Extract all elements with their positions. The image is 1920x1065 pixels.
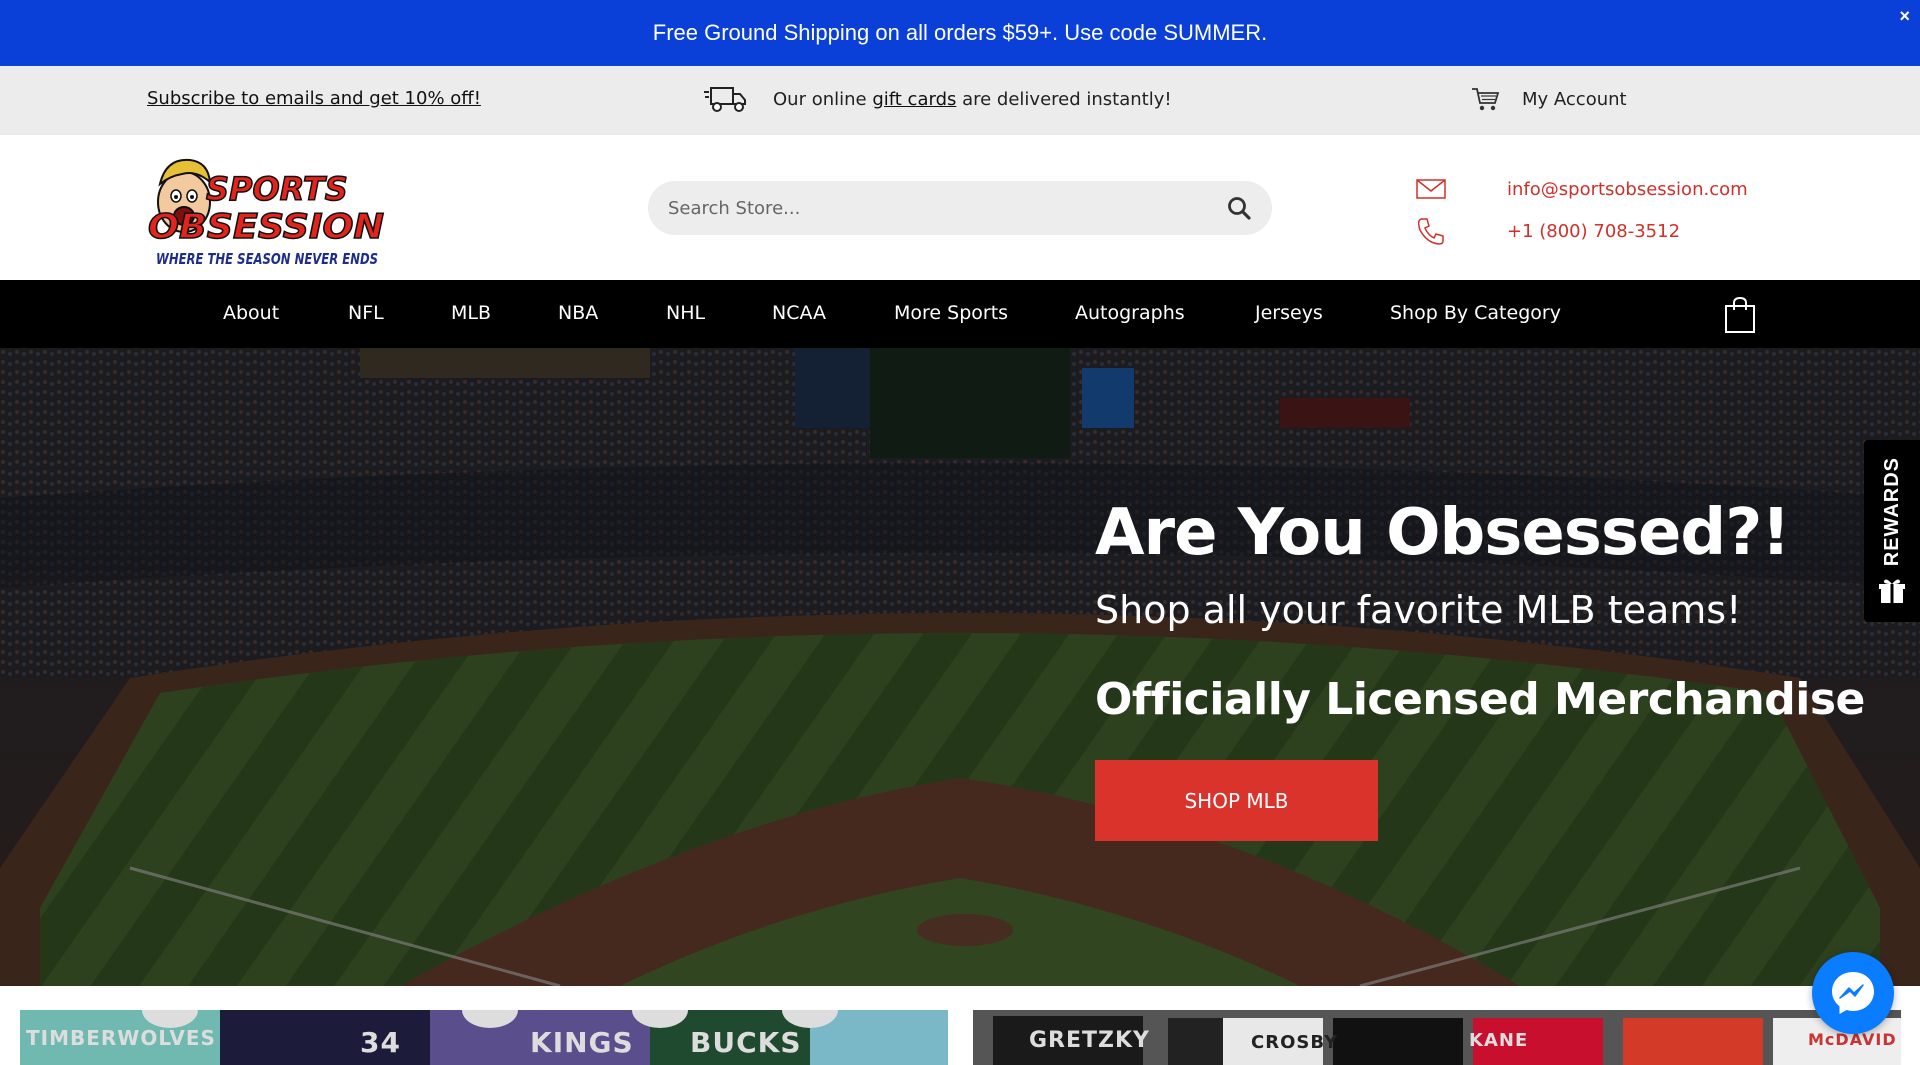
logo-line2: OBSESSION xyxy=(148,207,384,247)
tile-label-crosby: CROSBY xyxy=(1251,1032,1339,1053)
nav-item-nhl[interactable]: NHL xyxy=(666,302,705,324)
mail-icon xyxy=(1416,179,1446,199)
close-icon[interactable]: × xyxy=(1899,6,1910,27)
hero-tagline: Officially Licensed Merchandise xyxy=(1095,674,1865,725)
gift-cards-link[interactable]: gift cards xyxy=(872,89,956,110)
email-address[interactable]: info@sportsobsession.com xyxy=(1507,179,1748,200)
my-account-link[interactable]: My Account xyxy=(1470,84,1627,114)
subscribe-link[interactable]: Subscribe to emails and get 10% off! xyxy=(147,88,481,109)
nav-item-nba[interactable]: NBA xyxy=(558,302,598,324)
utility-bar: Subscribe to emails and get 10% off! Our… xyxy=(0,66,1920,135)
nav-item-mlb[interactable]: MLB xyxy=(451,302,491,324)
search-bar xyxy=(648,181,1272,235)
nba-jerseys-tile[interactable]: TIMBERWOLVES 34 KINGS BUCKS xyxy=(20,1010,948,1065)
shop-mlb-button[interactable]: SHOP MLB xyxy=(1095,760,1378,841)
shopping-bag-icon[interactable] xyxy=(1724,296,1756,334)
nav-item-jerseys[interactable]: Jerseys xyxy=(1255,302,1323,324)
gift-text-prefix: Our online xyxy=(773,88,873,110)
sports-obsession-logo[interactable]: SPORTS OBSESSION WHERE THE SEASON NEVER … xyxy=(146,150,386,270)
truck-icon xyxy=(704,87,746,112)
promo-banner: Free Ground Shipping on all orders $59+.… xyxy=(0,0,1920,66)
tile-label-bucks: BUCKS xyxy=(690,1026,802,1059)
stadium-background xyxy=(0,348,1920,986)
main-nav: About NFL MLB NBA NHL NCAA More Sports A… xyxy=(0,280,1920,348)
rewards-tab[interactable]: REWARDS xyxy=(1864,440,1920,622)
nav-item-nfl[interactable]: NFL xyxy=(348,302,384,324)
phone-number[interactable]: +1 (800) 708-3512 xyxy=(1507,221,1680,242)
cart-icon xyxy=(1472,88,1500,111)
tile-label-kings: KINGS xyxy=(530,1026,634,1059)
tile-label-kane: KANE xyxy=(1469,1030,1529,1051)
hero-subtitle: Shop all your favorite MLB teams! xyxy=(1095,588,1742,632)
nav-item-more-sports[interactable]: More Sports xyxy=(894,302,1008,324)
nav-item-autographs[interactable]: Autographs xyxy=(1075,302,1185,324)
site-header: SPORTS OBSESSION WHERE THE SEASON NEVER … xyxy=(0,135,1920,280)
tile-label-gretzky: GRETZKY xyxy=(1029,1028,1150,1053)
nav-item-about[interactable]: About xyxy=(223,302,279,324)
nav-item-shop-by-category[interactable]: Shop By Category xyxy=(1390,302,1561,324)
hero-title: Are You Obsessed?! xyxy=(1095,496,1790,570)
rewards-label: REWARDS xyxy=(1880,457,1903,567)
phone-contact[interactable]: +1 (800) 708-3512 xyxy=(1415,213,1795,249)
hero-banner: Are You Obsessed?! Shop all your favorit… xyxy=(0,348,1920,986)
gift-card-notice: Our online gift cards are delivered inst… xyxy=(703,84,1172,114)
logo-line1: SPORTS xyxy=(206,170,348,208)
logo-tagline: WHERE THE SEASON NEVER ENDS xyxy=(156,250,378,268)
gift-card-text: Our online gift cards are delivered inst… xyxy=(773,89,1172,110)
gift-icon xyxy=(1879,579,1905,603)
gift-text-suffix: are delivered instantly! xyxy=(956,88,1172,110)
nav-item-ncaa[interactable]: NCAA xyxy=(772,302,826,324)
phone-icon xyxy=(1417,218,1444,245)
tile-label-34: 34 xyxy=(360,1026,401,1059)
tile-label-timberwolves: TIMBERWOLVES xyxy=(26,1026,216,1050)
nhl-jerseys-tile[interactable]: GRETZKY CROSBY KANE McDAVID xyxy=(973,1010,1901,1065)
my-account-label: My Account xyxy=(1522,88,1627,110)
messenger-icon xyxy=(1832,972,1874,1014)
promo-text: Free Ground Shipping on all orders $59+.… xyxy=(652,20,1268,45)
search-input[interactable] xyxy=(668,197,1226,219)
email-contact[interactable]: info@sportsobsession.com xyxy=(1415,171,1795,207)
search-icon[interactable] xyxy=(1226,195,1252,221)
messenger-chat-button[interactable] xyxy=(1812,952,1894,1034)
